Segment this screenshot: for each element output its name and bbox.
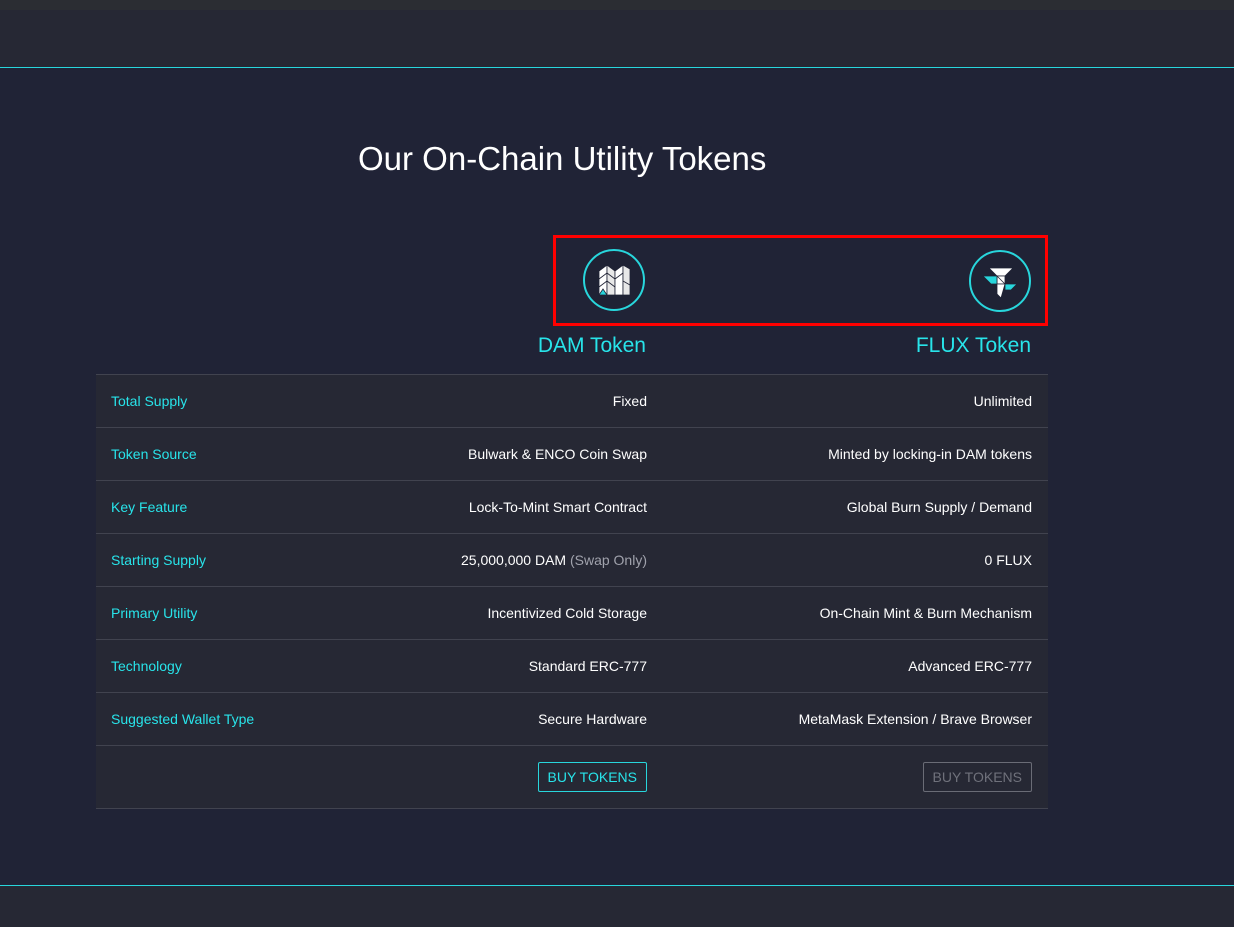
table-row-actions: BUY TOKENS BUY TOKENS xyxy=(96,746,1048,809)
flux-value: On-Chain Mint & Burn Mechanism xyxy=(819,605,1032,621)
row-label: Total Supply xyxy=(111,393,188,409)
flux-value: Advanced ERC-777 xyxy=(908,658,1032,674)
dam-value: Standard ERC-777 xyxy=(528,658,647,674)
site-footer-bar xyxy=(0,885,1234,927)
table-row-key-feature: Key Feature Lock-To-Mint Smart Contract … xyxy=(96,481,1048,534)
flux-value: MetaMask Extension / Brave Browser xyxy=(798,711,1032,727)
buy-dam-tokens-button[interactable]: BUY TOKENS xyxy=(537,762,647,792)
page-title: Our On-Chain Utility Tokens xyxy=(358,140,767,177)
table-row-technology: Technology Standard ERC-777 Advanced ERC… xyxy=(96,640,1048,693)
table-row-starting-supply: Starting Supply 25,000,000 DAM (Swap Onl… xyxy=(96,534,1048,587)
flux-value: Unlimited xyxy=(973,393,1032,409)
site-header-bar xyxy=(0,10,1234,68)
window-top-strip xyxy=(0,0,1234,10)
table-row-wallet-type: Suggested Wallet Type Secure Hardware Me… xyxy=(96,693,1048,746)
row-label: Token Source xyxy=(111,446,197,462)
row-label: Technology xyxy=(111,658,182,674)
dam-value: 25,000,000 DAM (Swap Only) xyxy=(461,552,647,568)
flux-logo-icon xyxy=(969,250,1031,312)
dam-value: Lock-To-Mint Smart Contract xyxy=(468,499,647,515)
dam-value-amount: 25,000,000 DAM xyxy=(461,552,567,568)
dam-logo-icon xyxy=(583,249,645,311)
table-row-total-supply: Total Supply Fixed Unlimited xyxy=(96,375,1048,428)
token-comparison-table: Total Supply Fixed Unlimited Token Sourc… xyxy=(96,374,1048,809)
dam-value: Fixed xyxy=(612,393,647,409)
dam-token-name: DAM Token xyxy=(537,334,646,357)
table-row-token-source: Token Source Bulwark & ENCO Coin Swap Mi… xyxy=(96,428,1048,481)
row-label: Suggested Wallet Type xyxy=(111,711,255,727)
dam-value: Bulwark & ENCO Coin Swap xyxy=(468,446,647,462)
buy-flux-tokens-button[interactable]: BUY TOKENS xyxy=(922,762,1032,792)
row-label: Starting Supply xyxy=(111,552,206,568)
flux-token-name: FLUX Token xyxy=(915,334,1031,357)
row-label: Key Feature xyxy=(111,499,188,515)
dam-value: Secure Hardware xyxy=(538,711,647,727)
flux-value: 0 FLUX xyxy=(984,552,1032,568)
row-label: Primary Utility xyxy=(111,605,198,621)
flux-value: Minted by locking-in DAM tokens xyxy=(828,446,1032,462)
dam-value-note: (Swap Only) xyxy=(569,552,647,568)
table-row-primary-utility: Primary Utility Incentivized Cold Storag… xyxy=(96,587,1048,640)
flux-value: Global Burn Supply / Demand xyxy=(846,499,1032,515)
dam-value: Incentivized Cold Storage xyxy=(487,605,647,621)
